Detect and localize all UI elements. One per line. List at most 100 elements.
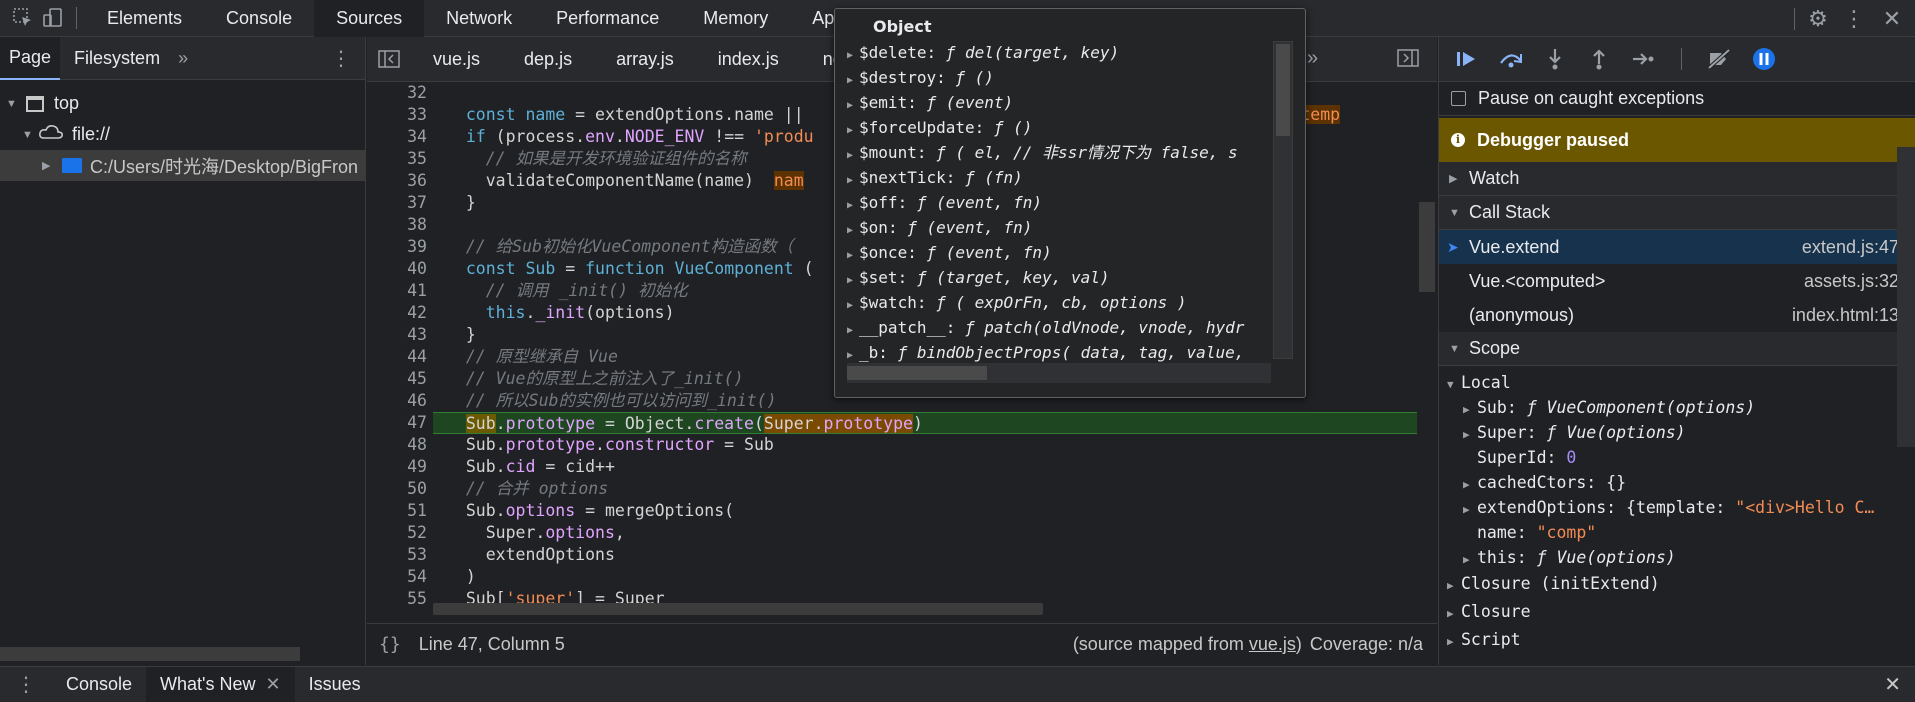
navigator-hscrollbar[interactable] [0,647,300,661]
line-number[interactable]: 33 [367,104,433,126]
line-number-gutter[interactable]: 32 33 34 35 36 37 38 39 40 41 42 43 44 45 46 47 48 49 50 51… [367,82,433,607]
scope-script[interactable]: ▶ Script [1439,626,1915,654]
line-number[interactable]: 47 [367,412,433,434]
drawer-menu-icon[interactable]: ⋮ [16,672,36,697]
tab-console[interactable]: Console [204,0,314,37]
pause-on-caught-checkbox[interactable] [1451,91,1466,106]
line-number[interactable]: 52 [367,522,433,544]
source-mapped-link[interactable]: vue.js [1249,634,1296,654]
inspect-element-icon[interactable] [8,3,38,33]
popover-property[interactable]: ▶ __patch__: ƒ patch(oldVnode, vnode, hyd… [835,315,1275,340]
popover-property[interactable]: ▶ $off: ƒ (event, fn) [835,190,1275,215]
editor-vscrollbar[interactable] [1419,202,1435,292]
line-number[interactable]: 32 [367,82,433,104]
deactivate-breakpoints-icon[interactable] [1706,45,1734,73]
scope-closure[interactable]: ▶ Closure [1439,598,1915,626]
scope-section[interactable]: ▼ Scope [1439,332,1915,366]
line-number[interactable]: 46 [367,390,433,412]
scope-var-super[interactable]: ▶ Super: ƒ Vue(options) [1439,420,1915,445]
editor-hscrollbar[interactable] [433,603,1043,615]
tab-page[interactable]: Page [0,36,61,80]
tab-filesystem[interactable]: Filesystem [60,37,169,80]
more-files-icon[interactable]: » [1307,47,1318,70]
close-drawer-icon[interactable]: ✕ [1884,672,1901,697]
line-number[interactable]: 45 [367,368,433,390]
drawer-tab-issues[interactable]: Issues [295,667,375,702]
frame-location[interactable]: assets.js:32 [1804,271,1899,292]
popover-property[interactable]: ▶ $destroy: ƒ () [835,65,1275,90]
popover-property[interactable]: ▶ $watch: ƒ ( expOrFn, cb, options ) [835,290,1275,315]
tree-item-folder[interactable]: ▶ C:/Users/时光海/Desktop/BigFron [0,150,365,181]
popover-property[interactable]: ▶ $once: ƒ (event, fn) [835,240,1275,265]
scope-var-extendoptions[interactable]: ▶ extendOptions: {template: "<div>Hello C… [1439,495,1915,520]
tree-item-file[interactable]: ▼ file:// [0,119,365,150]
more-options-icon[interactable]: ⋮ [1839,4,1869,34]
scope-var-this[interactable]: ▶ this: ƒ Vue(options) [1439,545,1915,570]
watch-section[interactable]: ▶ Watch [1439,162,1915,196]
toggle-debugger-icon[interactable] [1397,49,1419,71]
drawer-tab-console[interactable]: Console [52,667,146,702]
line-number[interactable]: 38 [367,214,433,236]
call-frame[interactable]: Vue.<computed> assets.js:32 [1439,264,1915,298]
close-devtools-icon[interactable]: ✕ [1877,4,1907,34]
line-number[interactable]: 37 [367,192,433,214]
popover-property[interactable]: ▶ _b: ƒ bindObjectProps( data, tag, value… [835,340,1275,365]
call-frame[interactable]: (anonymous) index.html:13 [1439,298,1915,332]
scope-closure-initextend[interactable]: ▶ Closure (initExtend) [1439,570,1915,598]
line-number[interactable]: 50 [367,478,433,500]
line-number[interactable]: 49 [367,456,433,478]
tab-elements[interactable]: Elements [85,0,204,37]
popover-hscrollbar[interactable] [847,363,1271,383]
line-number[interactable]: 41 [367,280,433,302]
line-number[interactable]: 53 [367,544,433,566]
call-frame[interactable]: ➤ Vue.extend extend.js:47 [1439,230,1915,264]
line-number[interactable]: 43 [367,324,433,346]
step-into-icon[interactable] [1541,45,1569,73]
line-number[interactable]: 34 [367,126,433,148]
line-number[interactable]: 55 [367,588,433,607]
line-number[interactable]: 54 [367,566,433,588]
file-tab-vue-js[interactable]: vue.js [411,37,502,82]
drawer-tab-whats-new[interactable]: What's New ✕ [146,666,295,702]
scope-var-sub[interactable]: ▶ Sub: ƒ VueComponent(options) [1439,395,1915,420]
line-number[interactable]: 44 [367,346,433,368]
tab-memory[interactable]: Memory [681,0,790,37]
line-number[interactable]: 42 [367,302,433,324]
line-number[interactable]: 35 [367,148,433,170]
toggle-navigator-icon[interactable] [367,50,411,68]
tab-sources[interactable]: Sources [314,0,425,37]
scope-var-superid[interactable]: SuperId: 0 [1439,445,1915,470]
device-toolbar-icon[interactable] [38,3,68,33]
more-tabs-icon[interactable]: » [169,37,197,80]
popover-property[interactable]: ▶ $delete: ƒ del(target, key) [835,40,1275,65]
pretty-print-icon[interactable]: {} [379,634,401,655]
frame-location[interactable]: extend.js:47 [1802,237,1899,258]
file-tab-array-js[interactable]: array.js [594,37,696,82]
call-stack-section[interactable]: ▼ Call Stack [1439,196,1915,230]
line-number[interactable]: 40 [367,258,433,280]
scope-local[interactable]: ▼ Local [1439,370,1915,395]
settings-gear-icon[interactable]: ⚙ [1803,4,1833,34]
popover-vscroll-thumb[interactable] [1276,44,1290,136]
resume-icon[interactable] [1453,45,1481,73]
frame-location[interactable]: index.html:13 [1792,305,1899,326]
object-preview-popover[interactable]: Object ▶ $delete: ƒ del(target, key) ▶ $des… [834,8,1306,398]
popover-vscrollbar[interactable] [1273,41,1293,359]
file-tab-dep-js[interactable]: dep.js [502,37,594,82]
line-number[interactable]: 48 [367,434,433,456]
step-icon[interactable] [1629,45,1657,73]
popover-property[interactable]: ▶ $mount: ƒ ( el, // 非ssr情况下为 false, s [835,140,1275,165]
popover-property[interactable]: ▶ $on: ƒ (event, fn) [835,215,1275,240]
pause-on-exceptions-icon[interactable] [1750,45,1778,73]
close-tab-icon[interactable]: ✕ [266,674,281,695]
tree-item-top[interactable]: ▼ top [0,88,365,119]
line-number[interactable]: 51 [367,500,433,522]
debugger-vscrollbar[interactable] [1897,147,1915,447]
scope-var-cachedctors[interactable]: ▶ cachedCtors: {} [1439,470,1915,495]
step-out-icon[interactable] [1585,45,1613,73]
navigator-menu-icon[interactable]: ⋮ [331,46,351,71]
file-tab-index-js[interactable]: index.js [696,37,801,82]
line-number[interactable]: 36 [367,170,433,192]
step-over-icon[interactable] [1497,45,1525,73]
popover-hscroll-thumb[interactable] [847,366,987,380]
